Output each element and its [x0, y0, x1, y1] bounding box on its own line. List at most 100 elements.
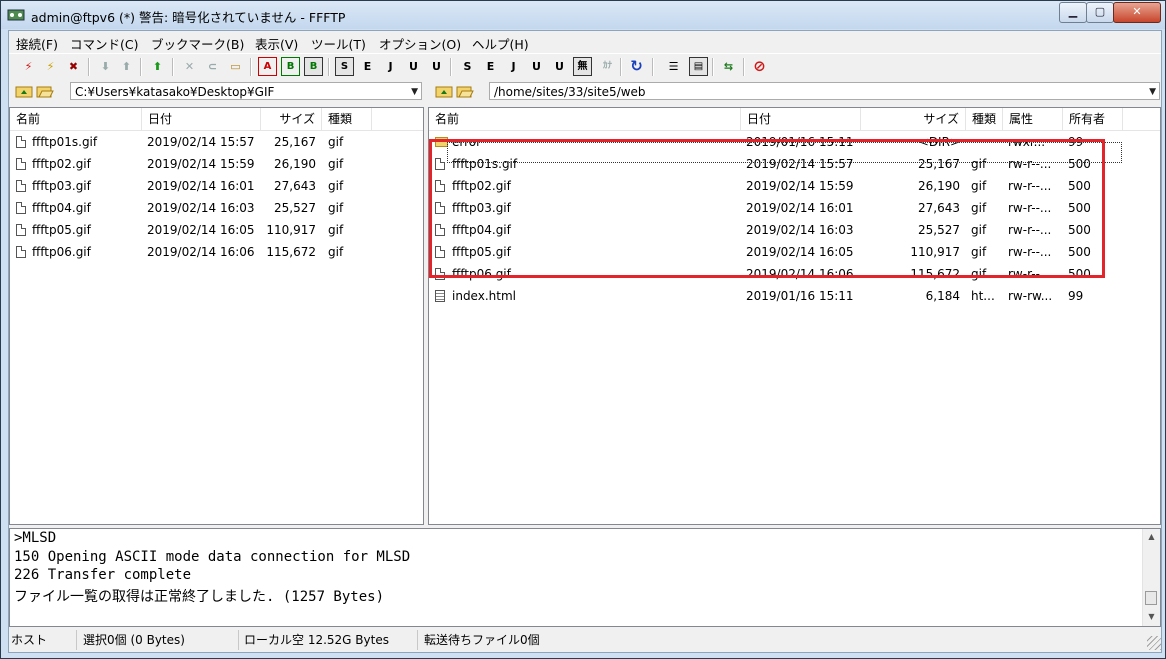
file-name: index.html	[452, 289, 516, 303]
stop-icon[interactable]: ⊘	[750, 57, 769, 76]
chevron-down-icon[interactable]: ▼	[411, 83, 418, 99]
chevron-down-icon[interactable]: ▼	[1149, 83, 1156, 99]
host-utf8n-icon[interactable]: U	[427, 57, 446, 76]
menu-view[interactable]: 表示(V)	[255, 34, 298, 53]
refresh-icon[interactable]: ↻	[627, 57, 646, 76]
column-header-size[interactable]: サイズ	[261, 108, 322, 130]
file-date: 2019/02/14 16:06	[147, 245, 255, 259]
file-name: ffftp06.gif	[32, 245, 91, 259]
column-header-size[interactable]: サイズ	[861, 108, 966, 130]
file-icon	[16, 202, 26, 214]
host-sjis-icon[interactable]: S	[335, 57, 354, 76]
sync-dir-icon[interactable]: ⇆	[719, 57, 738, 76]
toolbar-separator	[250, 58, 252, 76]
connect-icon[interactable]: ⚡	[19, 57, 38, 76]
log-line: ファイル一覧の取得は正常終了しました. (1257 Bytes)	[14, 589, 385, 605]
menu-command[interactable]: コマンド(C)	[70, 34, 138, 53]
list-item[interactable]: index.html 2019/01/16 15:11 6,184 ht... rw-r…	[429, 285, 1160, 307]
mirror-upload-icon[interactable]: ⬆	[148, 57, 167, 76]
upload-icon[interactable]: ⬆	[117, 57, 136, 76]
column-header-attr[interactable]: 属性	[1003, 108, 1063, 130]
highlight-box	[429, 139, 1105, 278]
ascii-mode-icon[interactable]: A	[258, 57, 277, 76]
kana-convert-icon[interactable]: ｶﾅ	[598, 57, 617, 76]
binary-mode-icon[interactable]: B	[281, 57, 300, 76]
file-icon	[16, 224, 26, 236]
host-euc-icon[interactable]: E	[358, 57, 377, 76]
file-icon	[16, 158, 26, 170]
column-header-date[interactable]: 日付	[142, 108, 261, 130]
list-item[interactable]: ffftp06.gif 2019/02/14 16:06 115,672 gif	[10, 241, 423, 263]
maximize-button[interactable]: ▢	[1086, 2, 1114, 23]
status-host: ホスト	[9, 630, 77, 650]
status-queue: 転送待ちファイル0個	[424, 633, 540, 647]
remote-path-text: /home/sites/33/site5/web	[494, 85, 646, 99]
toolbar-separator	[712, 58, 714, 76]
local-utf8n-icon[interactable]: U	[550, 57, 569, 76]
local-jis-icon[interactable]: J	[504, 57, 523, 76]
log-panel[interactable]: >MLSD 150 Opening ASCII mode data connec…	[9, 528, 1161, 627]
remote-open-folder-icon[interactable]	[456, 83, 474, 99]
list-view-icon[interactable]: ☰	[664, 57, 683, 76]
remote-file-list[interactable]: 名前 日付 サイズ 種類 属性 所有者 error 2019/01/16 15:1…	[428, 107, 1161, 525]
menu-tools[interactable]: ツール(T)	[311, 34, 366, 53]
local-parent-folder-icon[interactable]	[15, 83, 33, 99]
file-attr: rw-rw...	[1008, 289, 1053, 303]
column-header-name[interactable]: 名前	[429, 108, 741, 130]
file-size: 6,184	[925, 289, 960, 303]
menu-options[interactable]: オプション(O)	[379, 34, 461, 53]
list-item[interactable]: ffftp04.gif 2019/02/14 16:03 25,527 gif	[10, 197, 423, 219]
file-date: 2019/02/14 16:05	[147, 223, 255, 237]
toolbar-separator	[328, 58, 330, 76]
quick-connect-icon[interactable]: ⚡	[41, 57, 60, 76]
scroll-thumb[interactable]	[1145, 591, 1157, 605]
file-name: ffftp01s.gif	[32, 135, 98, 149]
detail-view-icon[interactable]: ▤	[689, 57, 708, 76]
delete-icon[interactable]: ✕	[180, 57, 199, 76]
list-item[interactable]: ffftp03.gif 2019/02/14 16:01 27,643 gif	[10, 175, 423, 197]
file-type: ht...	[971, 289, 995, 303]
new-folder-icon[interactable]: ▭	[226, 57, 245, 76]
file-name: ffftp02.gif	[32, 157, 91, 171]
list-item[interactable]: ffftp05.gif 2019/02/14 16:05 110,917 gif	[10, 219, 423, 241]
local-sjis-icon[interactable]: S	[458, 57, 477, 76]
host-jis-icon[interactable]: J	[381, 57, 400, 76]
file-date: 2019/02/14 16:03	[147, 201, 255, 215]
column-header-owner[interactable]: 所有者	[1063, 108, 1123, 130]
file-owner: 99	[1068, 289, 1084, 303]
log-line: 150 Opening ASCII mode data connection f…	[14, 549, 411, 565]
resize-grip[interactable]	[1147, 636, 1161, 650]
remote-parent-folder-icon[interactable]	[435, 83, 453, 99]
title-bar[interactable]: admin@ftpv6 (*) 警告: 暗号化されていません - FFFTP ▁…	[1, 1, 1165, 29]
scroll-down-icon[interactable]: ▼	[1143, 609, 1160, 625]
download-icon[interactable]: ⬇	[96, 57, 115, 76]
log-scrollbar[interactable]: ▲ ▼	[1142, 529, 1160, 626]
minimize-button[interactable]: ▁	[1059, 2, 1087, 23]
column-header-date[interactable]: 日付	[741, 108, 861, 130]
remote-path-input[interactable]: /home/sites/33/site5/web ▼	[489, 82, 1160, 100]
local-utf8-icon[interactable]: U	[527, 57, 546, 76]
local-file-list[interactable]: 名前 日付 サイズ 種類 ffftp01s.gif 2019/02/14 15:5…	[9, 107, 424, 525]
toolbar-separator	[450, 58, 452, 76]
ffftp-app-icon[interactable]	[7, 7, 25, 23]
remote-path-bar: /home/sites/33/site5/web ▼	[429, 81, 1161, 103]
close-button[interactable]: ✕	[1113, 2, 1161, 23]
local-euc-icon[interactable]: E	[481, 57, 500, 76]
scroll-up-icon[interactable]: ▲	[1143, 529, 1160, 545]
local-path-input[interactable]: C:¥Users¥katasako¥Desktop¥GIF ▼	[70, 82, 422, 100]
column-header-name[interactable]: 名前	[10, 108, 142, 130]
column-header-type[interactable]: 種類	[322, 108, 372, 130]
column-header-type[interactable]: 種類	[966, 108, 1003, 130]
no-convert-icon[interactable]: 無	[573, 57, 592, 76]
menu-help[interactable]: ヘルプ(H)	[472, 34, 529, 53]
menu-bookmark[interactable]: ブックマーク(B)	[151, 34, 244, 53]
list-item[interactable]: ffftp01s.gif 2019/02/14 15:57 25,167 gif	[10, 131, 423, 153]
rename-icon[interactable]: ⊂	[203, 57, 222, 76]
list-item[interactable]: ffftp02.gif 2019/02/14 15:59 26,190 gif	[10, 153, 423, 175]
disconnect-icon[interactable]: ✖	[64, 57, 83, 76]
auto-mode-icon[interactable]: B	[304, 57, 323, 76]
file-name: ffftp04.gif	[32, 201, 91, 215]
local-open-folder-icon[interactable]	[36, 83, 54, 99]
host-utf8-icon[interactable]: U	[404, 57, 423, 76]
menu-connect[interactable]: 接続(F)	[16, 34, 58, 53]
